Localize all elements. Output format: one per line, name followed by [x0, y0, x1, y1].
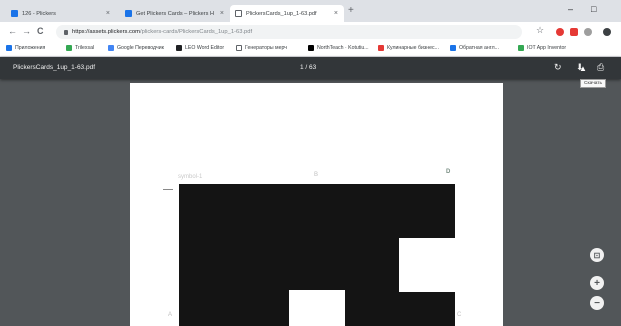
- bookmark-label: Trilexsal: [75, 45, 95, 51]
- pdf-file-name: PlickersCards_1up_1-63.pdf: [13, 64, 96, 71]
- document-icon: [236, 45, 242, 51]
- bookmark-item[interactable]: Кулинарные бизнес...: [378, 45, 439, 51]
- tab-plickers[interactable]: 126 - Plickers ×: [6, 5, 116, 22]
- bookmark-label: Кулинарные бизнес...: [387, 45, 439, 51]
- bookmark-item[interactable]: Google Переводчик: [108, 45, 164, 51]
- card-letter-right: D: [446, 169, 451, 175]
- tab-plickers-help[interactable]: Get Plickers Cards – Plickers Help ×: [120, 5, 230, 22]
- bookmark-favicon-icon: [66, 45, 72, 51]
- bookmark-label: Генераторы мерч: [245, 45, 287, 51]
- translate-icon: [108, 45, 114, 51]
- back-button[interactable]: ←: [8, 26, 17, 36]
- download-tooltip: Скачать: [580, 79, 606, 88]
- bookmark-label: LEO Word Editor: [185, 45, 225, 51]
- opera-icon[interactable]: [556, 28, 564, 36]
- rotate-icon[interactable]: ↻: [554, 62, 562, 73]
- zoom-in-button[interactable]: +: [590, 276, 604, 290]
- plickers-favicon-icon: [125, 10, 132, 17]
- close-icon[interactable]: ×: [334, 10, 338, 17]
- marker-cell: [289, 290, 345, 326]
- bookmark-favicon-icon: [308, 45, 314, 51]
- pdf-toolbar: PlickersCards_1up_1-63.pdf 1 / 63 ↻ ⬇ ⎙: [0, 57, 621, 79]
- card-letter-top: B: [314, 172, 319, 178]
- bookmark-item[interactable]: IOT App Inventor: [518, 45, 566, 51]
- bookmarks-bar: Приложения Trilexsal Google Переводчик L…: [0, 42, 621, 57]
- lock-icon: [64, 29, 68, 35]
- bookmark-item[interactable]: Генераторы мерч: [236, 45, 287, 51]
- bookmark-label: IOT App Inventor: [527, 45, 567, 51]
- card-letter-left: A: [168, 312, 173, 318]
- plickers-favicon-icon: [11, 10, 18, 17]
- record-icon[interactable]: [584, 28, 592, 36]
- bookmark-favicon-icon: [176, 45, 182, 51]
- bookmark-label: Обратная англ...: [459, 45, 499, 51]
- mouse-cursor-icon: ▲: [579, 64, 587, 73]
- address-bar-row: ← → C https://assets.plickers.com /plick…: [0, 22, 621, 42]
- tab-strip: 126 - Plickers × Get Plickers Cards – Pl…: [0, 0, 621, 22]
- bookmark-item[interactable]: Приложения: [6, 45, 45, 51]
- document-icon: [235, 10, 242, 17]
- youtube-icon: [378, 45, 384, 51]
- new-tab-button[interactable]: +: [348, 5, 354, 16]
- extension-icon[interactable]: [570, 28, 578, 36]
- plickers-card-marker: [179, 184, 455, 326]
- url-host: https://assets.plickers.com: [72, 29, 140, 35]
- page-indicator[interactable]: 1 / 63: [300, 64, 316, 71]
- print-icon[interactable]: ⎙: [597, 62, 604, 73]
- bookmark-favicon-icon: [518, 45, 524, 51]
- bookmark-favicon-icon: [450, 45, 456, 51]
- tab-label: Get Plickers Cards – Plickers Help: [136, 10, 214, 17]
- card-letter-bottom: C: [457, 312, 462, 318]
- reload-button[interactable]: C: [37, 26, 44, 36]
- maximize-button[interactable]: □: [591, 4, 596, 14]
- zoom-out-button[interactable]: −: [590, 296, 604, 310]
- url-input[interactable]: https://assets.plickers.com /plickers-ca…: [56, 25, 522, 39]
- apps-icon: [6, 45, 12, 51]
- bookmark-item[interactable]: LEO Word Editor: [176, 45, 224, 51]
- bookmark-item[interactable]: NorthTeach · Kotutiu...: [308, 45, 369, 51]
- tab-pdf[interactable]: PlickersCards_1up_1-63.pdf ×: [230, 5, 344, 22]
- pdf-page: symbol-1 B D A C: [130, 83, 503, 326]
- profile-icon[interactable]: [603, 28, 611, 36]
- card-name: symbol-1: [178, 174, 203, 180]
- tab-label: PlickersCards_1up_1-63.pdf: [246, 10, 317, 17]
- bookmark-label: NorthTeach · Kotutiu...: [317, 45, 369, 51]
- bookmark-item[interactable]: Trilexsal: [66, 45, 94, 51]
- url-path: /plickers-cards/PlickersCards_1up_1-63.p…: [139, 29, 253, 35]
- bookmark-item[interactable]: Обратная англ...: [450, 45, 499, 51]
- bookmark-label: Google Переводчик: [117, 45, 164, 51]
- marker-cell: [399, 238, 455, 292]
- card-tick-mark: [163, 189, 173, 190]
- fit-page-button[interactable]: ⊡: [590, 248, 604, 262]
- bookmark-label: Приложения: [15, 45, 46, 51]
- forward-button[interactable]: →: [22, 26, 31, 36]
- close-icon[interactable]: ×: [106, 10, 110, 17]
- minimize-button[interactable]: –: [568, 4, 573, 14]
- tab-label: 126 - Plickers: [22, 10, 56, 17]
- bookmark-star-icon[interactable]: ☆: [536, 25, 544, 36]
- close-icon[interactable]: ×: [220, 10, 224, 17]
